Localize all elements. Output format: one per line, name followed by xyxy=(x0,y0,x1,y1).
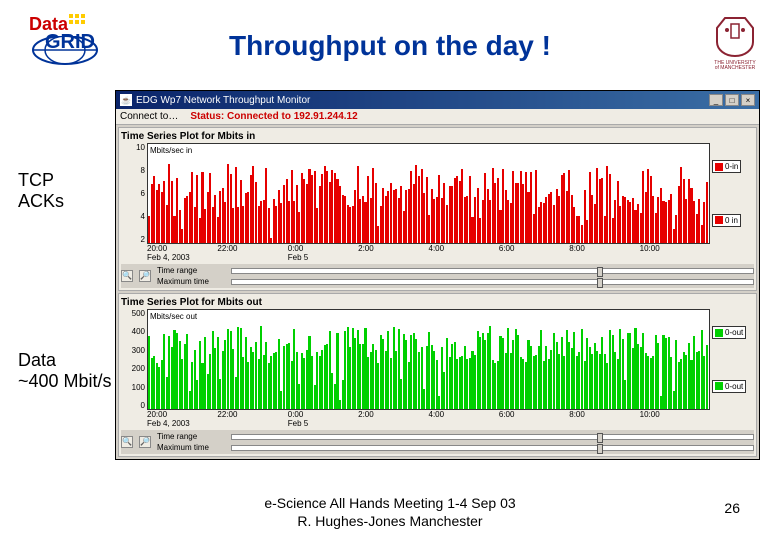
maximize-button[interactable]: □ xyxy=(725,94,739,106)
chart1-title: Time Series Plot for Mbits in xyxy=(121,130,754,143)
chart-mbits-in: Time Series Plot for Mbits in 10 8 6 4 2… xyxy=(118,127,757,291)
slider-label-time-range: Time range xyxy=(157,266,227,275)
chart2-legend-2: 0-out xyxy=(712,380,746,393)
throughput-monitor-window: ☕ EDG Wp7 Network Throughput Monitor _ □… xyxy=(115,90,760,460)
chart2-y-label: Mbits/sec out xyxy=(150,312,197,321)
java-icon: ☕ xyxy=(120,94,132,106)
status-text: Status: Connected to 192.91.244.12 xyxy=(190,111,357,122)
annotation-tcp-acks: TCP ACKs xyxy=(18,170,64,212)
chart1-legend: 0-in 0 in xyxy=(710,143,754,244)
chart2-title: Time Series Plot for Mbits out xyxy=(121,296,754,309)
page-number: 26 xyxy=(724,500,740,516)
chart-panel: Time Series Plot for Mbits in 10 8 6 4 2… xyxy=(116,125,759,459)
zoom-in-icon[interactable]: 🔎 xyxy=(139,270,151,282)
slider-label-max-time: Maximum time xyxy=(157,443,227,452)
svg-text:of MANCHESTER: of MANCHESTER xyxy=(715,65,756,70)
slider-label-time-range: Time range xyxy=(157,432,227,441)
slide-footer: e-Science All Hands Meeting 1-4 Sep 03 R… xyxy=(0,494,780,530)
zoom-out-icon[interactable]: 🔍 xyxy=(121,270,133,282)
chart2-y-axis: 500 400 300 200 100 0 xyxy=(121,309,147,410)
zoom-out-icon[interactable]: 🔍 xyxy=(121,436,133,448)
slider-time-range[interactable] xyxy=(231,268,754,274)
chart1-plot-area: Mbits/sec in xyxy=(147,143,710,244)
chart2-legend-1: 0-out xyxy=(712,326,746,339)
chart1-x-axis: 20:00Feb 4, 2003 22:00 0:00Feb 5 2:00 4:… xyxy=(121,244,754,264)
chart1-y-axis: 10 8 6 4 2 xyxy=(121,143,147,244)
close-button[interactable]: × xyxy=(741,94,755,106)
slide-header: Data GRID Throughput on the day ! THE UN… xyxy=(0,0,780,80)
chart2-legend: 0-out 0-out xyxy=(710,309,754,410)
menu-connect-to[interactable]: Connect to… xyxy=(120,111,178,122)
chart2-x-axis: 20:00Feb 4, 2003 22:00 0:00Feb 5 2:00 4:… xyxy=(121,410,754,430)
chart1-legend-1: 0-in xyxy=(712,160,741,173)
window-title-text: EDG Wp7 Network Throughput Monitor xyxy=(136,95,310,106)
minimize-button[interactable]: _ xyxy=(709,94,723,106)
slider-label-max-time: Maximum time xyxy=(157,277,227,286)
slider-max-time[interactable] xyxy=(231,445,754,451)
zoom-in-icon[interactable]: 🔎 xyxy=(139,436,151,448)
slider-time-range[interactable] xyxy=(231,434,754,440)
chart-mbits-out: Time Series Plot for Mbits out 500 400 3… xyxy=(118,293,757,457)
slide-title: Throughput on the day ! xyxy=(0,30,780,62)
manchester-logo: THE UNIVERSITY of MANCHESTER xyxy=(705,10,765,70)
chart2-plot-area: Mbits/sec out xyxy=(147,309,710,410)
chart1-legend-2: 0 in xyxy=(712,214,741,227)
window-titlebar[interactable]: ☕ EDG Wp7 Network Throughput Monitor _ □… xyxy=(116,91,759,109)
chart1-y-label: Mbits/sec in xyxy=(150,146,192,155)
annotation-data-rate: Data ~400 Mbit/s xyxy=(18,350,112,392)
slider-max-time[interactable] xyxy=(231,279,754,285)
menubar: Connect to… Status: Connected to 192.91.… xyxy=(116,109,759,125)
chart2-controls: 🔍 🔎 Time range Maximum time xyxy=(121,430,754,454)
chart1-controls: 🔍 🔎 Time range Maximum time xyxy=(121,264,754,288)
